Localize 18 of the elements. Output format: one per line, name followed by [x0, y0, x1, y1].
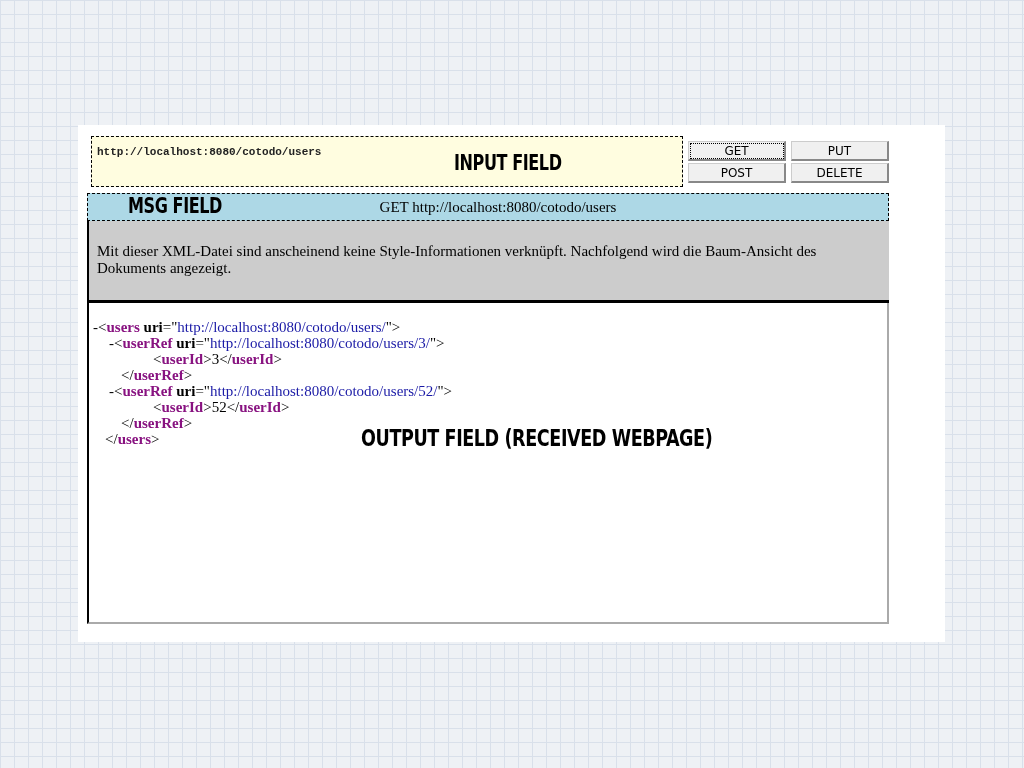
annotation-label: MSG FIELD [128, 194, 222, 218]
xml-line: </userRef> [120, 367, 193, 383]
http-method-button[interactable]: PUT [791, 141, 889, 161]
annotation-label: INPUT FIELD [454, 151, 562, 175]
xml-line: </users> [104, 431, 160, 447]
xml-line: <userId>3</userId> [152, 351, 282, 367]
xml-line: -<userRef uri="http://localhost:8080/cotodo/users/52/"> [108, 383, 453, 399]
annotation-label: OUTPUT FIELD (RECEIVED WEBPAGE) [361, 425, 713, 451]
http-method-button[interactable]: DELETE [791, 163, 889, 183]
xml-line: <userId>52</userId> [152, 399, 290, 415]
url-input-field[interactable]: http://localhost:8080/cotodo/users INPUT FIELD [91, 136, 683, 187]
xml-line: -<userRef uri="http://localhost:8080/cotodo/users/3/"> [108, 335, 445, 351]
info-message: Mit dieser XML-Datei sind anscheinend keine Style-Informationen verknüpft. Nachfolgend wird die Baum-Ansicht des Dokuments angezeigt. [97, 243, 818, 277]
message-text: GET http://localhost:8080/cotodo/users [379, 198, 617, 216]
http-method-button[interactable]: POST [688, 163, 786, 183]
xml-line: </userRef> [120, 415, 193, 431]
http-method-button[interactable]: GET [688, 141, 786, 161]
xml-line: -<users uri="http://localhost:8080/cotodo/users/"> [93, 319, 401, 335]
